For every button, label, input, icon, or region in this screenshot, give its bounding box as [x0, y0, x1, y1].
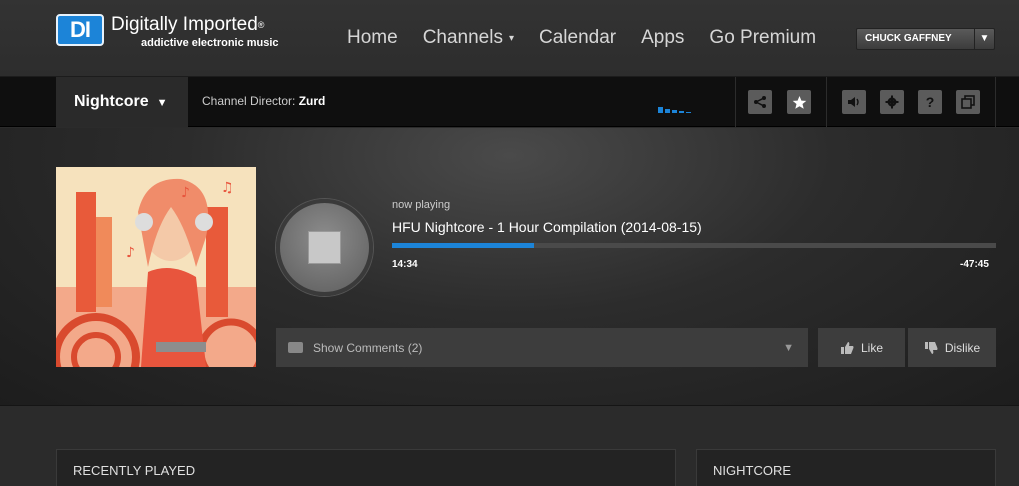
popout-icon[interactable]	[956, 90, 980, 114]
help-icon[interactable]: ?	[918, 90, 942, 114]
divider	[995, 77, 996, 127]
user-name: CHUCK GAFFNEY	[865, 33, 952, 44]
album-art: ♪ ♫ ♪	[56, 167, 256, 367]
level-bar	[658, 107, 663, 113]
like-button[interactable]: Like	[818, 328, 905, 367]
svg-text:♪: ♪	[126, 245, 135, 261]
channel-info-panel: NIGHTCORE	[696, 449, 996, 486]
thumbs-down-icon	[924, 341, 938, 354]
stop-button[interactable]	[276, 199, 373, 296]
chevron-down-icon: ▼	[156, 97, 168, 109]
user-menu[interactable]: CHUCK GAFFNEY ▼	[856, 28, 995, 50]
show-comments-button[interactable]: Show Comments (2) ▼	[276, 328, 808, 367]
progress-bar[interactable]	[392, 243, 996, 248]
track-title: HFU Nightcore - 1 Hour Compilation (2014…	[392, 219, 702, 235]
progress-fill	[392, 243, 534, 248]
share-icon[interactable]	[748, 90, 772, 114]
brand-logo[interactable]: DI Digitally Imported® addictive electro…	[56, 14, 279, 49]
svg-text:♫: ♫	[221, 180, 234, 196]
volume-icon[interactable]	[842, 90, 866, 114]
recently-played-panel: RECENTLY PLAYED	[56, 449, 676, 486]
nav-apps[interactable]: Apps	[641, 27, 684, 49]
comments-count: (2)	[407, 340, 423, 355]
svg-text:♪: ♪	[181, 185, 190, 201]
director-name: Zurd	[298, 94, 326, 108]
chevron-down-icon: ▾	[508, 32, 514, 44]
panel-title: NIGHTCORE	[713, 463, 791, 478]
top-navigation: DI Digitally Imported® addictive electro…	[0, 0, 1019, 77]
comments-label: Show Comments	[313, 340, 405, 355]
channel-bar: Nightcore ▼ Channel Director: Zurd ?	[0, 77, 1019, 127]
channel-selector[interactable]: Nightcore ▼	[56, 77, 188, 127]
level-bar	[672, 110, 677, 113]
brand-tagline: addictive electronic music	[141, 37, 279, 49]
level-bar	[665, 109, 670, 113]
now-playing-label: now playing	[392, 199, 451, 211]
chevron-down-icon: ▼	[783, 341, 794, 354]
level-bar	[686, 112, 691, 113]
stop-icon	[308, 231, 341, 264]
favorite-star-icon[interactable]	[787, 90, 811, 114]
elapsed-time: 14:34	[392, 259, 418, 270]
main-nav: Home Channels ▾ Calendar Apps Go Premium	[347, 27, 816, 49]
divider	[735, 77, 736, 127]
logo-mark: DI	[56, 14, 104, 46]
thumbs-up-icon	[840, 341, 854, 354]
nav-channels[interactable]: Channels ▾	[423, 27, 514, 49]
nav-home[interactable]: Home	[347, 27, 398, 49]
panel-title: RECENTLY PLAYED	[73, 463, 196, 478]
nav-calendar[interactable]: Calendar	[539, 27, 616, 49]
channel-director: Channel Director: Zurd	[202, 94, 326, 108]
audio-level-meter	[658, 103, 698, 113]
player: ♪ ♫ ♪ now playing HFU Nightcore - 1 Hour…	[0, 128, 1019, 406]
divider	[826, 77, 827, 127]
dislike-button[interactable]: Dislike	[908, 328, 996, 367]
comment-bubble-icon	[288, 342, 303, 353]
brand-name: Digitally Imported	[111, 14, 258, 35]
registered-mark: ®	[257, 20, 265, 30]
chevron-down-icon[interactable]: ▼	[974, 29, 994, 49]
settings-gear-icon[interactable]	[880, 90, 904, 114]
nav-go-premium[interactable]: Go Premium	[709, 27, 816, 49]
remaining-time: -47:45	[960, 259, 989, 270]
level-bar	[679, 111, 684, 113]
